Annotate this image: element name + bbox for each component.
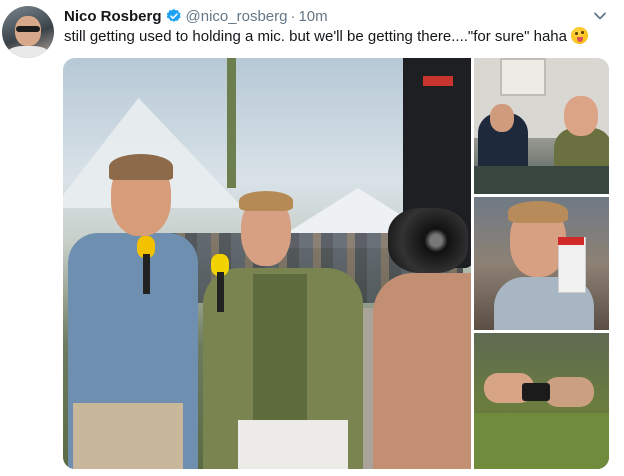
person-suit-head bbox=[490, 104, 514, 132]
window-shape bbox=[500, 58, 546, 96]
chevron-down-icon[interactable] bbox=[592, 8, 608, 24]
lanyard-badge bbox=[558, 237, 586, 293]
avatar[interactable] bbox=[2, 6, 54, 58]
photo-top-right[interactable] bbox=[474, 58, 609, 194]
winking-face-with-tongue-icon bbox=[570, 27, 588, 44]
avatar-glasses bbox=[16, 26, 40, 32]
pole-shape bbox=[227, 58, 236, 188]
person-jacket-head bbox=[564, 96, 598, 136]
microphone-handle-2 bbox=[217, 272, 224, 312]
photo-main[interactable] bbox=[63, 58, 471, 469]
phone-icon bbox=[522, 383, 550, 401]
tweet-text-body: still getting used to holding a mic. but… bbox=[64, 28, 567, 45]
person-hair bbox=[508, 201, 568, 223]
camera-label bbox=[423, 76, 453, 86]
tweet-text: still getting used to holding a mic. but… bbox=[64, 27, 609, 47]
tweet-timestamp[interactable]: 10m bbox=[298, 8, 327, 25]
avatar-shirt bbox=[6, 46, 50, 58]
author-name[interactable]: Nico Rosberg bbox=[64, 8, 162, 25]
photo-bottom-right[interactable] bbox=[474, 333, 609, 469]
camera-operator bbox=[373, 273, 471, 469]
media-grid bbox=[63, 58, 609, 469]
verified-badge-icon bbox=[166, 9, 181, 22]
microphone-handle bbox=[143, 254, 150, 294]
header-separator: · bbox=[290, 7, 296, 25]
rosberg-hair bbox=[239, 191, 293, 211]
author-handle[interactable]: @nico_rosberg bbox=[186, 8, 288, 25]
tweet-header: Nico Rosberg @nico_rosberg · 10m bbox=[64, 6, 328, 26]
grass-shape bbox=[474, 413, 609, 469]
rosberg-shirt bbox=[253, 274, 307, 424]
lanyard-badge-stripe bbox=[558, 237, 584, 245]
interviewer-hair bbox=[109, 154, 173, 180]
tweet: Nico Rosberg @nico_rosberg · 10m still g… bbox=[0, 0, 624, 476]
rosberg-trousers bbox=[238, 420, 348, 469]
desk-shape bbox=[474, 166, 609, 194]
hand-shape-2 bbox=[544, 377, 594, 407]
interviewer-trousers bbox=[73, 403, 183, 469]
photo-middle-right[interactable] bbox=[474, 197, 609, 330]
camera-lens bbox=[388, 208, 468, 273]
